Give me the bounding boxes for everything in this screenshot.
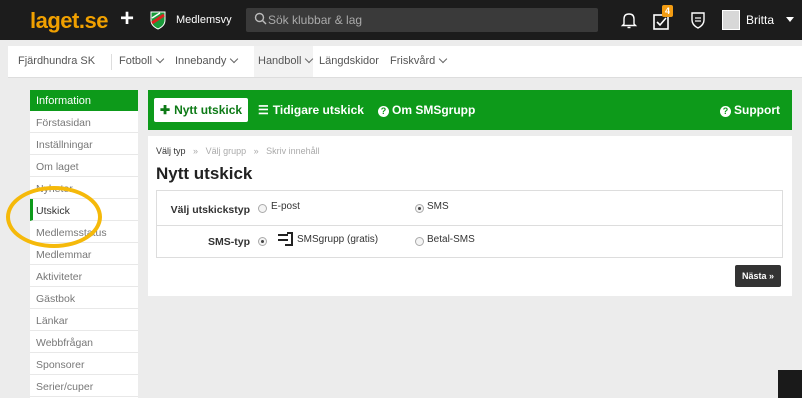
club-crest-icon[interactable] xyxy=(148,10,168,30)
avatar[interactable] xyxy=(722,10,740,30)
nav-item-innebandy[interactable]: Innebandy xyxy=(175,54,239,67)
search-box[interactable] xyxy=(246,8,598,32)
sms-type-label: SMS-typ xyxy=(208,236,250,248)
nav-club[interactable]: Fjärdhundra SK xyxy=(18,55,95,67)
sidebar-item-serier-cuper[interactable]: Serier/cuper xyxy=(30,375,138,397)
breadcrumb-separator: » xyxy=(253,146,259,156)
sidebar-item-lankar[interactable]: Länkar xyxy=(30,309,138,331)
sms-option-label[interactable]: SMS xyxy=(427,201,449,212)
nav-item-fotboll[interactable]: Fotboll xyxy=(119,54,165,67)
breadcrumb-step: Välj grupp xyxy=(205,146,247,156)
support-link[interactable]: ? Support xyxy=(720,103,780,117)
nav-item-friskvard[interactable]: Friskvård xyxy=(390,54,448,67)
breadcrumb-separator: » xyxy=(193,146,199,156)
form-row-sms-type: SMS-typ SMSgrupp (gratis) Betal-SMS xyxy=(157,225,782,258)
form-row-type: Välj utskickstyp E-post SMS xyxy=(157,191,782,224)
main-panel: Välj typ » Välj grupp » Skriv innehåll N… xyxy=(148,136,792,296)
chevron-down-icon xyxy=(230,54,239,64)
chevron-down-icon[interactable] xyxy=(786,17,794,22)
tasks-button[interactable]: 4 xyxy=(652,5,674,31)
previous-messages-link[interactable]: ☰ Tidigare utskick xyxy=(258,103,364,117)
sidebar-item-sponsorer[interactable]: Sponsorer xyxy=(30,353,138,375)
sidebar: Information Förstasidan Inställningar Om… xyxy=(30,90,138,398)
nav-item-langdskidor[interactable]: Längdskidor xyxy=(319,55,379,67)
type-label: Välj utskickstyp xyxy=(170,204,250,216)
add-button[interactable]: + xyxy=(120,7,134,31)
sidebar-item-medlemsstatus[interactable]: Medlemsstatus xyxy=(30,221,138,243)
about-smsgrupp-link[interactable]: ? Om SMSgrupp xyxy=(378,103,475,117)
nav-item-handboll[interactable]: Handboll xyxy=(258,54,314,67)
search-input[interactable] xyxy=(268,8,588,32)
chevron-down-icon xyxy=(155,54,165,64)
sidebar-item-utskick[interactable]: Utskick xyxy=(30,199,138,221)
user-name[interactable]: Britta xyxy=(746,13,774,27)
divider xyxy=(111,54,112,70)
search-icon xyxy=(254,12,267,25)
send-form: Välj utskickstyp E-post SMS SMS-typ SMSg… xyxy=(156,190,783,258)
email-option-label[interactable]: E-post xyxy=(271,201,300,212)
betal-sms-option-label[interactable]: Betal-SMS xyxy=(427,234,475,245)
overlay-corner xyxy=(778,370,802,398)
shield-icon[interactable] xyxy=(690,11,706,29)
breadcrumb-step: Skriv innehåll xyxy=(266,146,320,156)
sidebar-item-nyheter[interactable]: Nyheter xyxy=(30,177,138,199)
betal-sms-radio[interactable] xyxy=(415,237,424,246)
sidebar-item-installningar[interactable]: Inställningar xyxy=(30,133,138,155)
sms-radio[interactable] xyxy=(415,204,424,213)
sidebar-item-aktiviteter[interactable]: Aktiviteter xyxy=(30,265,138,287)
sidebar-header[interactable]: Information xyxy=(30,90,138,111)
question-icon: ? xyxy=(378,106,389,117)
sport-nav: Fjärdhundra SK Fotboll Innebandy Handbol… xyxy=(8,46,802,78)
question-icon: ? xyxy=(720,106,731,117)
smsgrupp-option-label[interactable]: SMSgrupp (gratis) xyxy=(297,234,378,245)
bell-icon[interactable] xyxy=(620,11,638,29)
email-radio[interactable] xyxy=(258,204,267,213)
smsgrupp-logo-icon xyxy=(278,232,293,246)
plus-icon: ✚ xyxy=(160,103,171,117)
next-button[interactable]: Nästa » xyxy=(735,265,781,287)
breadcrumb: Välj typ » Välj grupp » Skriv innehåll xyxy=(156,146,320,156)
smsgrupp-radio[interactable] xyxy=(258,237,267,246)
breadcrumb-step: Välj typ xyxy=(156,146,186,156)
sidebar-item-forstasidan[interactable]: Förstasidan xyxy=(30,111,138,133)
top-bar: laget.se + Medlemsvy 4 Britta xyxy=(0,0,802,40)
action-bar: ✚ Nytt utskick ☰ Tidigare utskick ? Om SMSg… xyxy=(148,90,792,130)
chevron-down-icon xyxy=(438,54,448,64)
new-message-button[interactable]: ✚ Nytt utskick xyxy=(154,98,249,122)
page-title: Nytt utskick xyxy=(156,164,253,183)
sidebar-item-om-laget[interactable]: Om laget xyxy=(30,155,138,177)
sidebar-item-medlemmar[interactable]: Medlemmar xyxy=(30,243,138,265)
member-view-label[interactable]: Medlemsvy xyxy=(176,14,232,26)
sidebar-item-gastbok[interactable]: Gästbok xyxy=(30,287,138,309)
notification-badge: 4 xyxy=(662,5,674,17)
chevron-down-icon xyxy=(305,54,314,64)
list-icon: ☰ xyxy=(258,103,269,117)
site-logo[interactable]: laget.se xyxy=(30,8,108,34)
sidebar-item-webbfragan[interactable]: Webbfrågan xyxy=(30,331,138,353)
